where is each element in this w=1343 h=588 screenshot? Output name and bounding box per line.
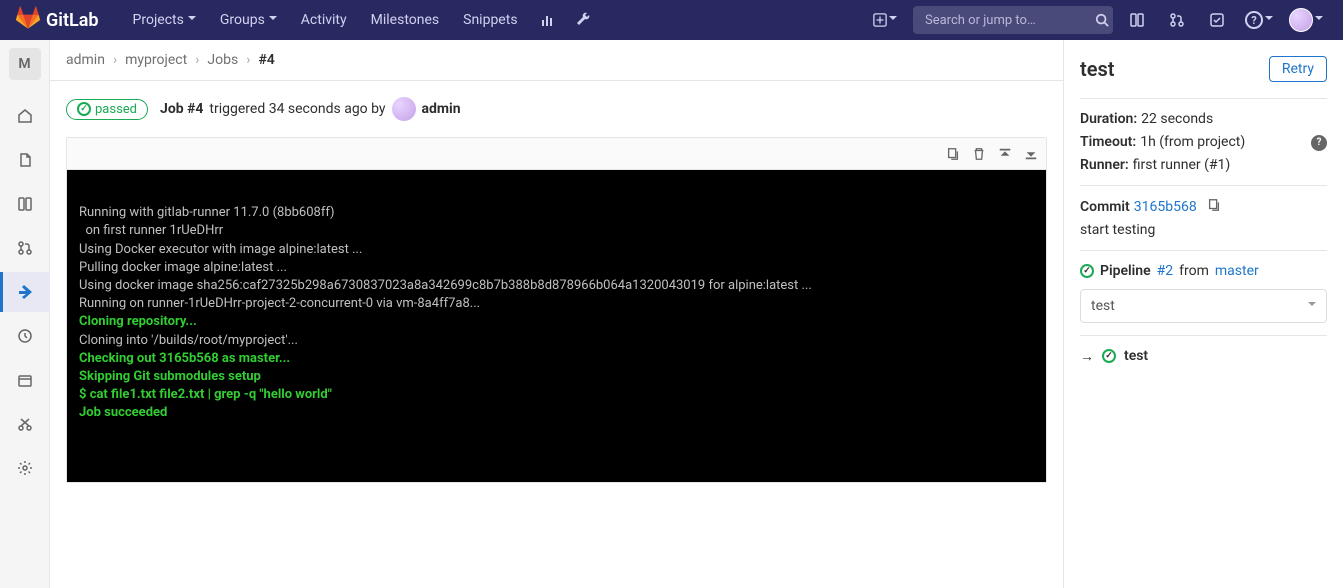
breadcrumb: admin › myproject › Jobs › #4: [50, 40, 1063, 81]
nav-user-dropdown[interactable]: [1285, 0, 1327, 40]
sidebar-registry[interactable]: [0, 360, 50, 400]
sidebar-cicd[interactable]: [0, 272, 50, 312]
help-icon: ?: [1245, 11, 1263, 29]
nav-todos-icon[interactable]: [1201, 0, 1233, 40]
nav-snippets[interactable]: Snippets: [453, 0, 527, 40]
pipeline-link[interactable]: #2: [1157, 263, 1174, 279]
nav-help-dropdown[interactable]: ?: [1241, 0, 1277, 40]
nav-wrench-icon[interactable]: [568, 0, 600, 40]
pipeline-label: Pipeline: [1100, 263, 1151, 279]
sidebar-operations[interactable]: [0, 316, 50, 356]
nav-groups[interactable]: Groups: [210, 0, 287, 40]
chevron-down-icon: [1265, 12, 1273, 28]
search-wrap: [913, 6, 1113, 34]
timeout-value: 1h (from project): [1140, 134, 1245, 150]
nav-issues-icon[interactable]: [1121, 0, 1153, 40]
top-navbar: GitLab Projects Groups Activity Mileston…: [0, 0, 1343, 40]
sidebar-merge-requests[interactable]: [0, 228, 50, 268]
crumb-current: #4: [258, 52, 274, 68]
duration-value: 22 seconds: [1141, 111, 1213, 127]
scroll-bottom-icon[interactable]: [1024, 147, 1038, 161]
chevron-down-icon: [1308, 298, 1316, 314]
crumb-jobs[interactable]: Jobs: [207, 52, 238, 68]
job-details-panel: test Retry Duration: 22 seconds Timeout:…: [1063, 40, 1343, 588]
duration-label: Duration:: [1080, 111, 1137, 127]
project-avatar[interactable]: M: [9, 48, 41, 80]
chevron-down-icon: [1315, 12, 1323, 28]
check-circle-icon: [77, 102, 91, 116]
chevron-down-icon: [889, 12, 897, 28]
chevron-down-icon: [188, 12, 196, 28]
scroll-top-icon[interactable]: [998, 147, 1012, 161]
crumb-project[interactable]: myproject: [125, 52, 187, 68]
job-title: Job #4: [160, 101, 203, 117]
project-sidebar: M: [0, 40, 50, 588]
arrow-right-icon: [1080, 348, 1094, 365]
sidebar-issues[interactable]: [0, 184, 50, 224]
runner-label: Runner:: [1080, 157, 1129, 173]
brand-text: GitLab: [46, 10, 99, 31]
job-status-line: passed Job #4 triggered 34 seconds ago b…: [50, 81, 1063, 137]
runner-value: first runner (#1): [1133, 157, 1231, 173]
check-circle-icon: [1102, 349, 1116, 363]
nav-projects[interactable]: Projects: [123, 0, 206, 40]
commit-message: start testing: [1080, 222, 1327, 238]
copy-sha-icon[interactable]: [1207, 198, 1221, 216]
plus-square-icon: [873, 13, 887, 27]
branch-link[interactable]: master: [1215, 263, 1259, 279]
gitlab-logo[interactable]: GitLab: [16, 6, 99, 35]
erase-log-icon[interactable]: [972, 147, 986, 161]
stage-select[interactable]: test: [1080, 289, 1327, 323]
timeout-help-icon[interactable]: ?: [1311, 133, 1327, 151]
nav-new-dropdown[interactable]: [865, 12, 905, 28]
retry-button[interactable]: Retry: [1269, 56, 1327, 82]
terminal-toolbar: [67, 138, 1046, 170]
sidebar-snippets[interactable]: [0, 404, 50, 444]
user-avatar[interactable]: [392, 97, 416, 121]
sidebar-home[interactable]: [0, 96, 50, 136]
crumb-admin[interactable]: admin: [66, 52, 105, 68]
copy-log-icon[interactable]: [946, 147, 960, 161]
job-name: test: [1080, 57, 1114, 81]
nav-chart-icon[interactable]: [532, 0, 564, 40]
nav-milestones[interactable]: Milestones: [361, 0, 450, 40]
main-content: admin › myproject › Jobs › #4 passed Job…: [50, 40, 1063, 588]
triggered-by-user[interactable]: admin: [422, 101, 461, 117]
current-stage-row[interactable]: test: [1080, 348, 1327, 365]
status-badge: passed: [66, 99, 148, 120]
sidebar-settings[interactable]: [0, 448, 50, 488]
chevron-down-icon: [269, 12, 277, 28]
search-icon[interactable]: [1095, 13, 1109, 27]
timeout-label: Timeout:: [1080, 134, 1136, 150]
nav-activity[interactable]: Activity: [291, 0, 357, 40]
nav-merge-requests-icon[interactable]: [1161, 0, 1193, 40]
sidebar-repo[interactable]: [0, 140, 50, 180]
check-circle-icon: [1080, 264, 1094, 278]
nav-links: Projects Groups Activity Milestones Snip…: [123, 0, 600, 40]
search-input[interactable]: [913, 6, 1113, 34]
terminal-output[interactable]: Running with gitlab-runner 11.7.0 (8bb60…: [67, 170, 1046, 482]
commit-sha-link[interactable]: 3165b568: [1134, 199, 1197, 215]
gitlab-icon: [16, 6, 40, 35]
commit-label: Commit: [1080, 199, 1130, 215]
avatar: [1289, 8, 1313, 32]
